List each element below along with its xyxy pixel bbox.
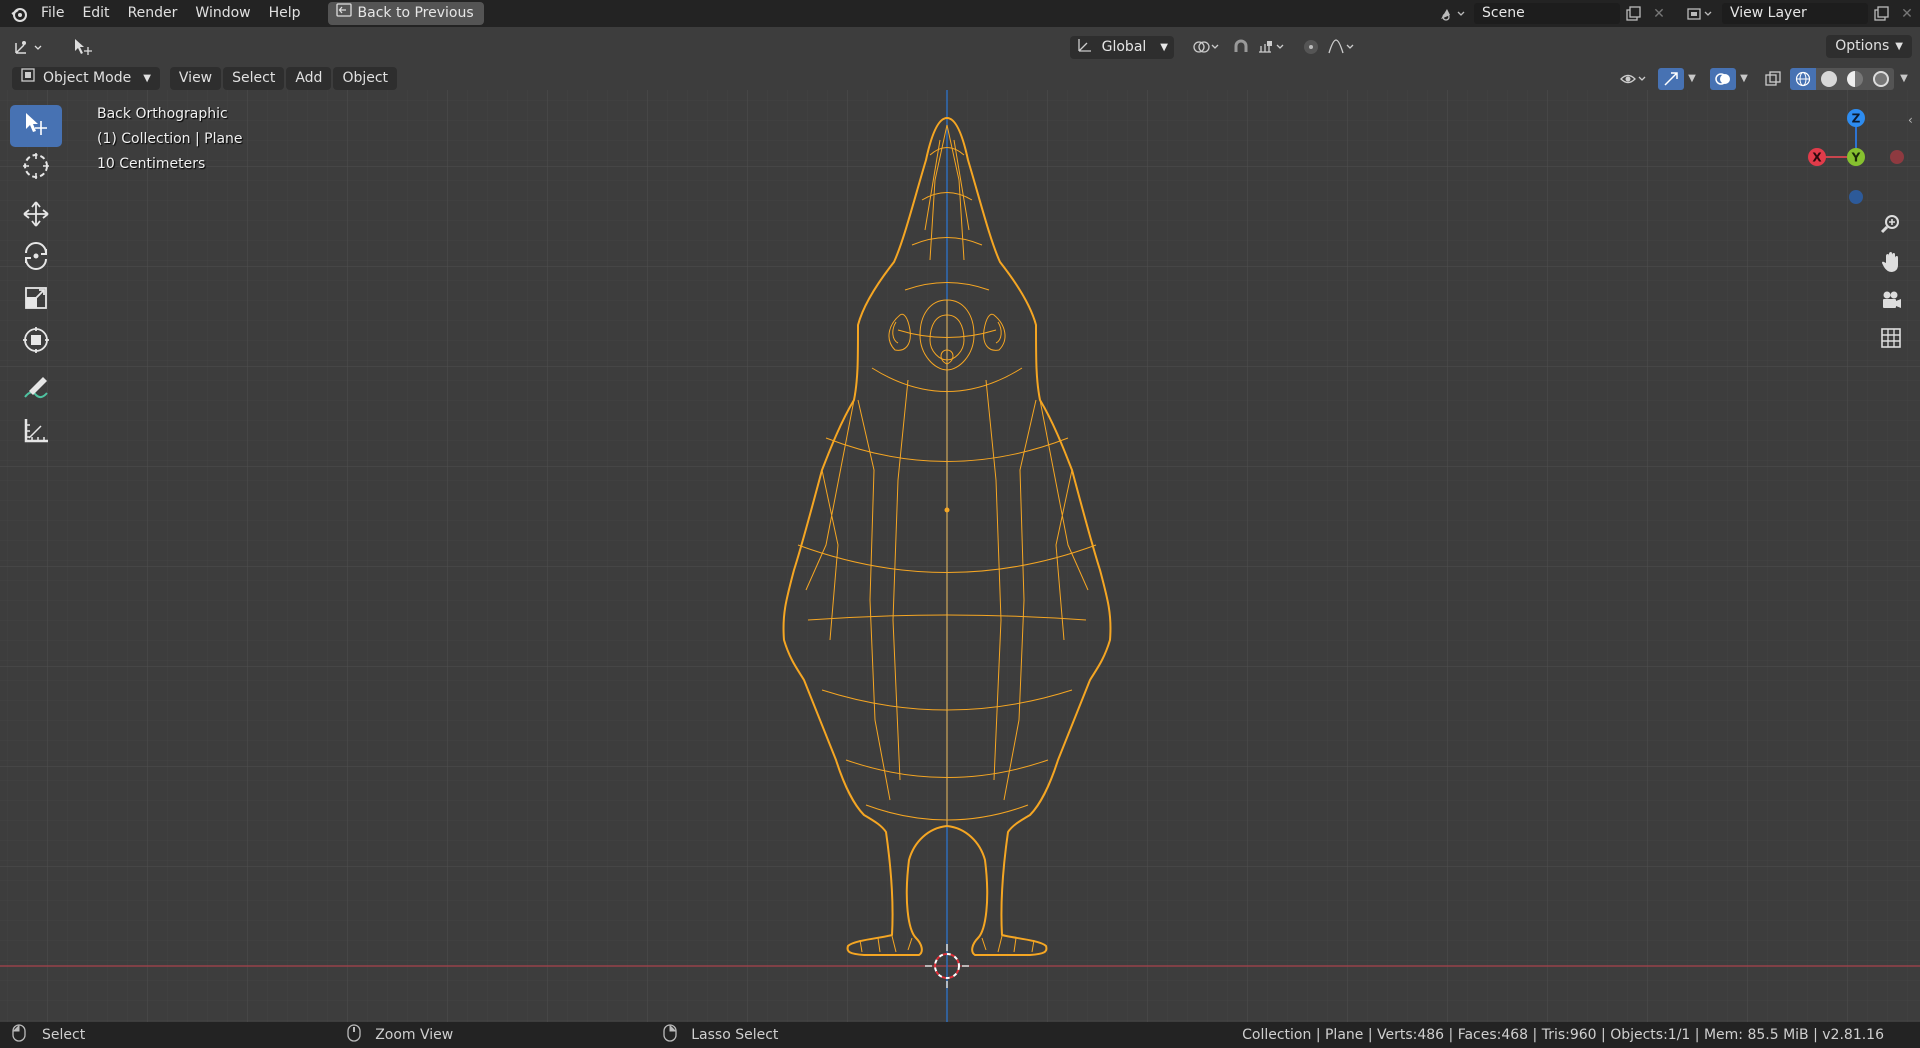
camera-icon [1880, 289, 1902, 315]
menu-add[interactable]: Add [286, 67, 332, 90]
top-menu-bar: File Edit Render Window Help Back to Pre… [0, 0, 1920, 27]
chevron-down-icon[interactable]: ▼ [1894, 68, 1914, 90]
rendered-shading-icon[interactable] [1868, 67, 1894, 90]
viewport-header: Object Mode ▼ View Select Add Object ▼ ▼… [0, 67, 1920, 90]
middle-mouse-icon [347, 1024, 361, 1046]
overlays-toggle-icon[interactable] [1710, 67, 1736, 90]
move-tool[interactable] [10, 195, 62, 237]
transform-tool[interactable] [10, 321, 62, 363]
pan-view-button[interactable] [1875, 248, 1907, 280]
object-mode-dropdown[interactable]: Object Mode ▼ [12, 67, 160, 90]
xray-toggle-icon[interactable] [1760, 68, 1786, 90]
camera-view-button[interactable] [1875, 286, 1907, 318]
sidebar-toggle-icon[interactable]: ‹ [1908, 113, 1920, 131]
proportional-editing-icon[interactable] [1298, 36, 1324, 58]
object-origin [944, 507, 950, 513]
snap-toggle-icon[interactable] [1228, 36, 1254, 58]
solid-shading-icon[interactable] [1816, 67, 1842, 90]
zoom-view-button[interactable] [1875, 210, 1907, 242]
view-layer-selector-icon[interactable] [1682, 3, 1718, 25]
object-mode-icon [21, 67, 35, 90]
chevron-down-icon: ▼ [1160, 41, 1168, 53]
status-select-label: Select [42, 1027, 86, 1043]
object-mode-label: Object Mode [43, 70, 132, 86]
left-mouse-icon [12, 1024, 26, 1046]
menu-select[interactable]: Select [223, 67, 285, 90]
select-box-tool[interactable] [10, 105, 62, 147]
menu-window[interactable]: Window [186, 0, 259, 27]
view-name-label: Back Orthographic [97, 106, 228, 122]
move-icon [21, 199, 51, 233]
navigation-gizmo[interactable]: Z X Y [1800, 104, 1910, 214]
tool-header: Global ▼ [0, 27, 1920, 67]
options-dropdown[interactable]: Options ▼ [1826, 35, 1912, 58]
hand-icon [1880, 251, 1902, 277]
menu-edit[interactable]: Edit [73, 0, 118, 27]
view-layer-name-field[interactable]: View Layer [1722, 3, 1868, 24]
chevron-down-icon[interactable]: ▼ [1736, 68, 1752, 90]
menu-file[interactable]: File [32, 0, 73, 27]
new-scene-icon[interactable] [1620, 3, 1646, 25]
grid-icon [1880, 327, 1902, 353]
gizmo-y-label: Y [1851, 151, 1861, 165]
scale-tool[interactable] [10, 279, 62, 321]
cursor-icon [21, 151, 51, 185]
snap-element-icon[interactable] [1254, 36, 1290, 58]
right-mouse-icon [663, 1024, 677, 1046]
chevron-down-icon: ▼ [1895, 41, 1903, 52]
orientation-label: Global [1101, 39, 1147, 55]
new-view-layer-icon[interactable] [1868, 3, 1894, 25]
gizmo-toggle-icon[interactable] [1658, 67, 1684, 90]
menu-object[interactable]: Object [333, 67, 398, 90]
viewport-canvas[interactable] [0, 90, 1920, 1022]
menu-view[interactable]: View [169, 67, 222, 90]
collection-info-label: (1) Collection | Plane [97, 131, 243, 147]
scene-statistics: Collection | Plane | Verts:486 | Faces:4… [1242, 1027, 1884, 1043]
menu-render[interactable]: Render [119, 0, 187, 27]
chevron-down-icon[interactable]: ▼ [1684, 68, 1700, 90]
rotate-tool[interactable] [10, 237, 62, 279]
back-icon [335, 2, 352, 25]
zoom-icon [1880, 213, 1902, 239]
grid-scale-label: 10 Centimeters [97, 156, 206, 172]
visibility-icon[interactable] [1616, 68, 1652, 90]
transform-orientation-dropdown[interactable]: Global ▼ [1069, 35, 1174, 59]
measure-icon [21, 415, 51, 449]
scene-name-field[interactable]: Scene [1474, 3, 1620, 24]
select-tool-mode-icon[interactable] [70, 36, 96, 58]
annotate-tool[interactable] [10, 369, 62, 411]
chevron-down-icon: ▼ [143, 73, 151, 84]
measure-tool[interactable] [10, 411, 62, 453]
options-label: Options [1835, 38, 1890, 54]
editor-type-icon[interactable] [10, 36, 50, 58]
blender-logo-icon[interactable] [6, 3, 32, 25]
delete-scene-icon[interactable]: ✕ [1646, 3, 1672, 25]
back-to-previous-label: Back to Previous [357, 5, 474, 21]
annotate-icon [21, 373, 51, 407]
tool-shelf [10, 105, 62, 453]
orientation-icon [1076, 36, 1094, 58]
rotate-icon [21, 241, 51, 275]
scale-icon [21, 283, 51, 317]
material-preview-shading-icon[interactable] [1842, 67, 1868, 90]
wireframe-shading-icon[interactable] [1790, 67, 1816, 90]
status-lasso-select-label: Lasso Select [691, 1027, 779, 1043]
back-to-previous-button[interactable]: Back to Previous [327, 2, 484, 25]
gizmo-neg-x-dot [1890, 150, 1904, 164]
menu-help[interactable]: Help [260, 0, 310, 27]
transform-icon [21, 325, 51, 359]
delete-view-layer-icon[interactable]: ✕ [1894, 3, 1920, 25]
status-bar: Select Zoom View Lasso Select Collection… [0, 1022, 1920, 1048]
gizmo-neg-z-dot [1849, 190, 1863, 204]
pivot-point-icon[interactable] [1188, 36, 1224, 58]
status-zoom-view-label: Zoom View [375, 1027, 454, 1043]
cursor-tool[interactable] [10, 147, 62, 189]
select-box-icon [21, 109, 51, 143]
toggle-ortho-button[interactable] [1875, 324, 1907, 356]
scene-selector-icon[interactable] [1434, 3, 1470, 25]
gizmo-z-label: Z [1852, 112, 1861, 126]
falloff-curve-icon[interactable] [1324, 36, 1360, 58]
gizmo-x-label: X [1812, 151, 1822, 165]
